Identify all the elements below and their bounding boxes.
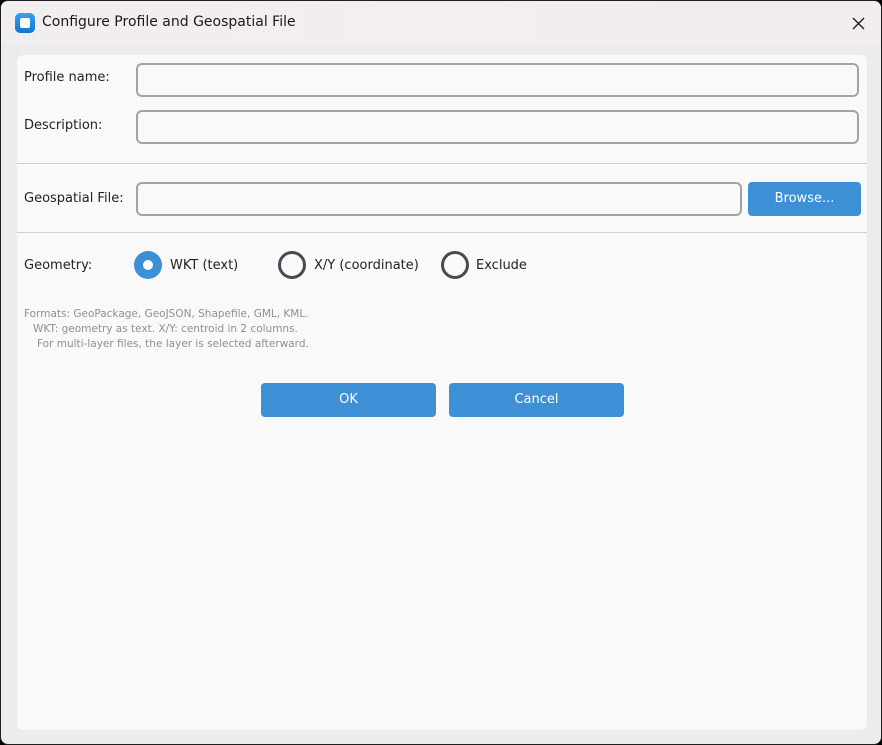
divider-top bbox=[17, 163, 867, 164]
profile-name-label: Profile name: bbox=[24, 70, 110, 85]
description-input[interactable] bbox=[136, 110, 859, 144]
window-title: Configure Profile and Geospatial File bbox=[42, 14, 296, 30]
browse-button[interactable]: Browse... bbox=[748, 182, 861, 216]
geospatial-file-input[interactable] bbox=[136, 182, 742, 216]
description-label: Description: bbox=[24, 118, 103, 133]
close-button[interactable] bbox=[836, 7, 880, 39]
cancel-button[interactable]: Cancel bbox=[449, 383, 624, 417]
divider-bottom bbox=[17, 232, 867, 233]
help-text-formats: Formats: GeoPackage, GeoJSON, Shapefile,… bbox=[24, 308, 309, 320]
title-bar[interactable]: Configure Profile and Geospatial File bbox=[1, 1, 881, 45]
radio-wkt[interactable] bbox=[134, 251, 162, 279]
app-icon bbox=[15, 13, 35, 33]
radio-xy[interactable] bbox=[278, 251, 306, 279]
radio-exclude-label[interactable]: Exclude bbox=[476, 258, 527, 273]
radio-exclude[interactable] bbox=[441, 251, 469, 279]
geometry-label: Geometry: bbox=[24, 258, 93, 273]
dialog-window: Configure Profile and Geospatial File Pr… bbox=[0, 0, 882, 745]
radio-wkt-label[interactable]: WKT (text) bbox=[170, 258, 238, 273]
radio-xy-label[interactable]: X/Y (coordinate) bbox=[314, 258, 419, 273]
geospatial-file-label: Geospatial File: bbox=[24, 191, 124, 206]
ok-button[interactable]: OK bbox=[261, 383, 436, 417]
help-text-wkt: WKT: geometry as text. X/Y: centroid in … bbox=[33, 323, 298, 335]
close-icon bbox=[852, 17, 865, 30]
help-text-multilayer: For multi-layer files, the layer is sele… bbox=[37, 338, 309, 350]
profile-name-input[interactable] bbox=[136, 63, 859, 97]
form-panel: Profile name: Description: Geospatial Fi… bbox=[17, 55, 867, 730]
